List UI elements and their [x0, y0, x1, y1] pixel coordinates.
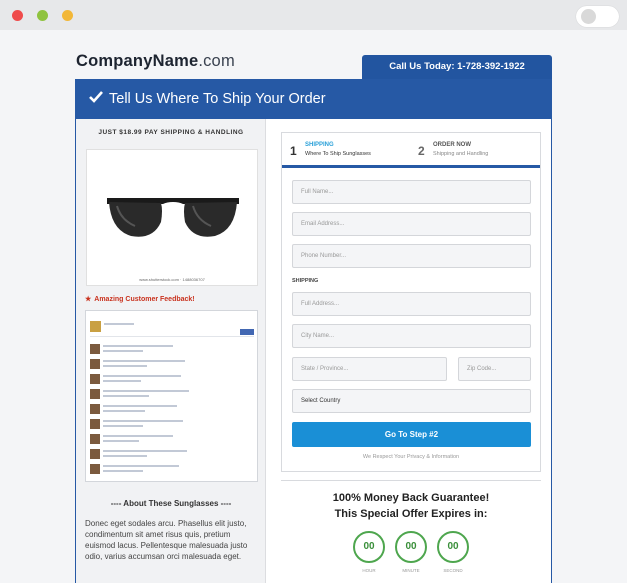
star-icon: ★ [85, 296, 92, 303]
comment-row [90, 387, 254, 401]
comment-row [90, 402, 254, 416]
address-field[interactable]: Full Address... [292, 292, 531, 316]
avatar [90, 419, 100, 429]
comment-box-header [90, 315, 254, 337]
comment-line [103, 350, 143, 352]
state-field[interactable]: State / Province... [292, 357, 447, 381]
shipping-form: 1 SHIPPING Where To Ship Sunglasses 2 OR… [281, 132, 541, 472]
window-titlebar [0, 0, 627, 30]
privacy-note: We Respect Your Privacy & Information [362, 454, 460, 460]
comment-line [103, 360, 185, 362]
timer-hours-label: HOUR [362, 568, 376, 573]
comment-line [103, 410, 145, 412]
avatar [90, 389, 100, 399]
avatar [90, 374, 100, 384]
ship-order-banner: Tell Us Where To Ship Your Order [75, 79, 552, 119]
minimize-window-button[interactable] [37, 10, 48, 21]
comment-row [90, 357, 254, 371]
avatar [90, 464, 100, 474]
product-image: www.shutterstock.com · 1488036707 [86, 149, 258, 286]
toggle-knob [581, 9, 596, 24]
country-select[interactable]: Select Country [292, 389, 531, 413]
order-box: JUST $18.99 PAY SHIPPING & HANDLING www.… [75, 119, 552, 583]
call-us-tab[interactable]: Call Us Today: 1-728-392-1922 [362, 55, 552, 79]
comment-line [103, 465, 179, 467]
comment-line [103, 450, 187, 452]
close-window-button[interactable] [12, 10, 23, 21]
comment-row [90, 342, 254, 356]
feedback-title-text: Amazing Customer Feedback! [94, 296, 195, 303]
check-icon [89, 79, 103, 119]
step-title: ORDER NOW [433, 142, 471, 148]
page: CompanyName.com Call Us Today: 1-728-392… [0, 30, 627, 583]
comment-placeholder-line [104, 323, 134, 325]
comment-line [103, 345, 173, 347]
comment-line [103, 405, 177, 407]
comment-line [103, 440, 139, 442]
product-column: JUST $18.99 PAY SHIPPING & HANDLING www.… [76, 119, 266, 583]
avatar [90, 404, 100, 414]
avatar [90, 321, 101, 332]
maximize-window-button[interactable] [62, 10, 73, 21]
feedback-title: ★ Amazing Customer Feedback! [85, 295, 195, 303]
go-to-step-2-button[interactable]: Go To Step #2 [292, 422, 531, 447]
timer-hours: 00 [353, 531, 385, 563]
city-field[interactable]: City Name... [292, 324, 531, 348]
comment-line [103, 420, 183, 422]
zip-field[interactable]: Zip Code... [458, 357, 531, 381]
comment-line [103, 455, 147, 457]
comment-row [90, 447, 254, 461]
step-subtitle: Where To Ship Sunglasses [305, 151, 371, 157]
avatar [90, 359, 100, 369]
full-name-field[interactable]: Full Name... [292, 180, 531, 204]
step-number: 2 [418, 144, 425, 158]
image-caption: www.shutterstock.com · 1488036707 [139, 277, 205, 282]
comment-line [103, 390, 189, 392]
phone-field[interactable]: Phone Number... [292, 244, 531, 268]
banner-title: Tell Us Where To Ship Your Order [109, 91, 326, 107]
guarantee-title: 100% Money Back Guarantee! [332, 492, 490, 504]
comment-line [103, 470, 143, 472]
logo-bold-text: CompanyName [76, 52, 199, 70]
timer-seconds: 00 [437, 531, 469, 563]
timer-minutes-label: MINUTE [402, 568, 420, 573]
post-button [240, 329, 254, 335]
comment-line [103, 365, 147, 367]
avatar [90, 434, 100, 444]
comment-line [103, 395, 149, 397]
comment-line [103, 425, 143, 427]
price-line: JUST $18.99 PAY SHIPPING & HANDLING [98, 129, 244, 136]
avatar [90, 449, 100, 459]
logo-light-text: .com [198, 52, 235, 70]
company-logo[interactable]: CompanyName.com [76, 52, 235, 71]
comment-line [103, 435, 173, 437]
comment-line [103, 375, 181, 377]
timer-minutes: 00 [395, 531, 427, 563]
offer-expires-text: This Special Offer Expires in: [334, 508, 488, 520]
step-indicator: 1 SHIPPING Where To Ship Sunglasses 2 OR… [282, 133, 540, 168]
about-text: Donec eget sodales arcu. Phasellus elit … [85, 519, 248, 561]
step-title: SHIPPING [305, 142, 334, 148]
comment-row [90, 462, 254, 476]
shipping-label: SHIPPING [292, 278, 319, 284]
comment-row [90, 372, 254, 386]
timer-seconds-label: SECOND [443, 568, 463, 573]
sunglasses-image [107, 198, 239, 237]
comment-row [90, 432, 254, 446]
step-number: 1 [290, 144, 297, 158]
step-subtitle: Shipping and Handling [433, 151, 489, 157]
guarantee-section: 100% Money Back Guarantee! This Special … [281, 480, 541, 583]
comment-row [90, 417, 254, 431]
avatar [90, 344, 100, 354]
about-title: ---- About These Sunglasses ---- [110, 499, 232, 508]
toggle-switch[interactable] [576, 6, 619, 27]
comment-line [103, 380, 141, 382]
email-field[interactable]: Email Address... [292, 212, 531, 236]
feedback-screenshot [85, 310, 258, 482]
